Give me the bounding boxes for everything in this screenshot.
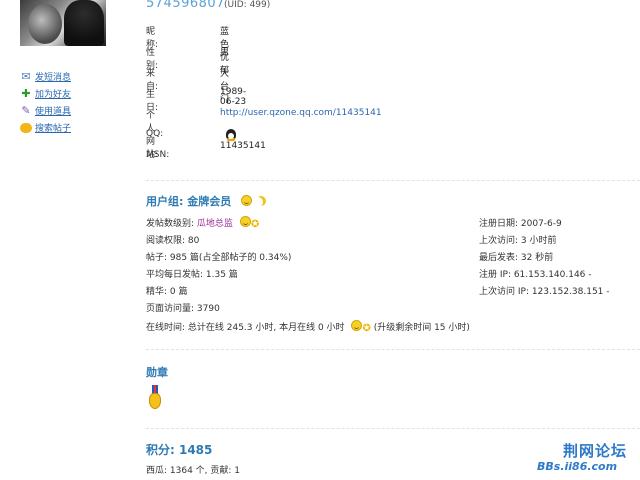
section-divider [146,349,640,350]
section-divider [146,428,640,429]
watermark-title: 荆网论坛 [563,442,628,460]
avatar-figure-left [28,4,62,44]
add-friend-label[interactable]: 加为好友 [35,87,71,100]
online-time: 在线时间: 总计在线 245.3 小时, 本月在线 0 小时 ✪ (升级剩余时间… [146,320,470,334]
smiley-icon [351,320,363,331]
magic-wand-icon: ✎ [21,104,31,117]
avatar-figure-right [64,0,104,46]
upgrade-remaining: (升级剩余时间 15 小时) [373,323,470,333]
qq-label: QQ: [146,129,164,139]
register-date: 注册日期: 2007-6-9 [479,219,562,229]
birthday-value: 1989-06-23 [220,87,247,107]
register-ip: 注册 IP: 61.153.140.146 - [479,270,592,280]
mail-icon: ✉ [21,70,31,83]
uid-label: (UID: 499) [224,0,271,10]
credits-score: 积分: 1485 [146,443,213,457]
medals-heading: 勋章 [146,366,168,379]
digest-count: 精华: 0 篇 [146,287,188,297]
stats-right: 注册日期: 2007-6-9 上次访问: 3 小时前 最后发表: 32 秒前 注… [479,216,610,301]
username-heading: 574596807 [146,0,225,11]
section-divider [146,180,640,181]
post-count: 帖子: 985 篇(占全部帖子的 0.34%) [146,253,292,263]
medal-coin [149,393,161,409]
stats-left: 发帖数级别: 瓜地总监 ✪ 阅读权限: 80 帖子: 985 篇(占全部帖子的 … [146,216,291,318]
profile-actions: ✉ 发短消息 ✚ 加为好友 ✎ 使用道具 搜索帖子 [20,68,120,136]
page-views: 页面访问量: 3790 [146,304,220,314]
msn-label: MSN: [146,150,170,160]
avg-daily-posts: 平均每日发帖: 1.35 篇 [146,270,238,280]
send-message-label[interactable]: 发短消息 [35,70,71,83]
add-friend-icon: ✚ [21,87,31,100]
read-permission: 阅读权限: 80 [146,236,200,246]
chat-bubble-icon [20,122,32,134]
star-icon: ✪ [362,323,371,334]
qq-value: 11435141 [220,141,266,151]
last-post: 最后发表: 32 秒前 [479,253,554,263]
use-item-button[interactable]: ✎ 使用道具 [20,102,120,119]
qq-penguin-icon[interactable] [226,129,236,141]
search-posts-button[interactable]: 搜索帖子 [20,119,120,136]
send-message-button[interactable]: ✉ 发短消息 [20,68,120,85]
gender-value: 男 [220,48,230,58]
watermark-url: BBs.ii86.com [537,460,618,473]
user-group-title: 用户组: 金牌会员 [146,195,232,208]
smiley-icon [239,216,251,227]
user-group-heading: 用户组: 金牌会员 [146,193,266,209]
post-level-row: 发帖数级别: 瓜地总监 ✪ [146,216,291,233]
use-item-label[interactable]: 使用道具 [35,104,71,117]
website-link[interactable]: http://user.qzone.qq.com/11435141 [220,108,382,118]
medal-icon [149,385,161,411]
add-friend-button[interactable]: ✚ 加为好友 [20,85,120,102]
moon-icon [256,196,266,206]
online-time-text: 在线时间: 总计在线 245.3 小时, 本月在线 0 小时 [146,323,345,333]
post-level-value: 瓜地总监 [196,219,233,229]
smiley-icon [241,195,253,206]
last-visit: 上次访问: 3 小时前 [479,236,557,246]
credits-detail: 西瓜: 1364 个, 贡献: 1 [146,466,240,476]
post-level-label: 发帖数级别: [146,219,195,229]
last-visit-ip: 上次访问 IP: 123.152.38.151 - [479,287,610,297]
star-icon: ✪ [250,219,260,230]
search-posts-label[interactable]: 搜索帖子 [35,121,71,134]
avatar [20,0,106,46]
